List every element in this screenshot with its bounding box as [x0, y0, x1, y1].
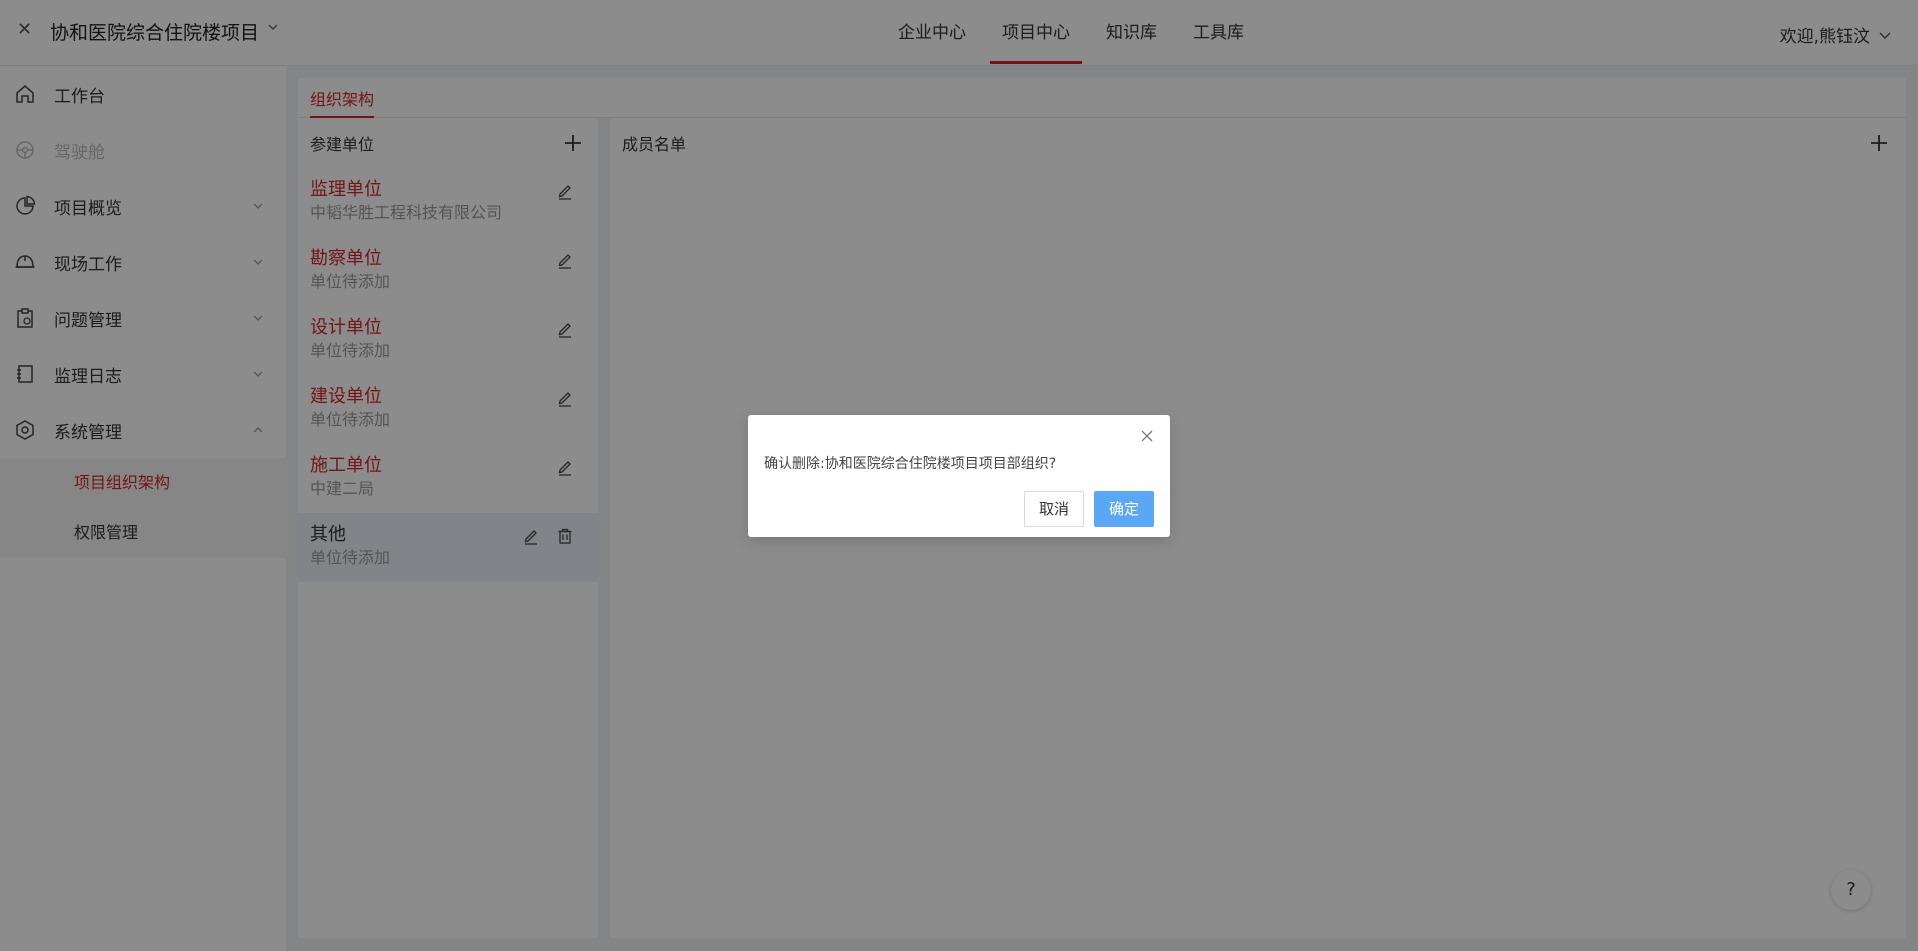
- confirm-delete-dialog: 确认删除:协和医院综合住院楼项目项目部组织? 取消 确定: [748, 415, 1170, 537]
- close-icon[interactable]: [1140, 429, 1154, 443]
- dialog-message: 确认删除:协和医院综合住院楼项目项目部组织?: [764, 456, 1057, 472]
- confirm-button[interactable]: 确定: [1093, 491, 1154, 527]
- cancel-button[interactable]: 取消: [1023, 491, 1084, 527]
